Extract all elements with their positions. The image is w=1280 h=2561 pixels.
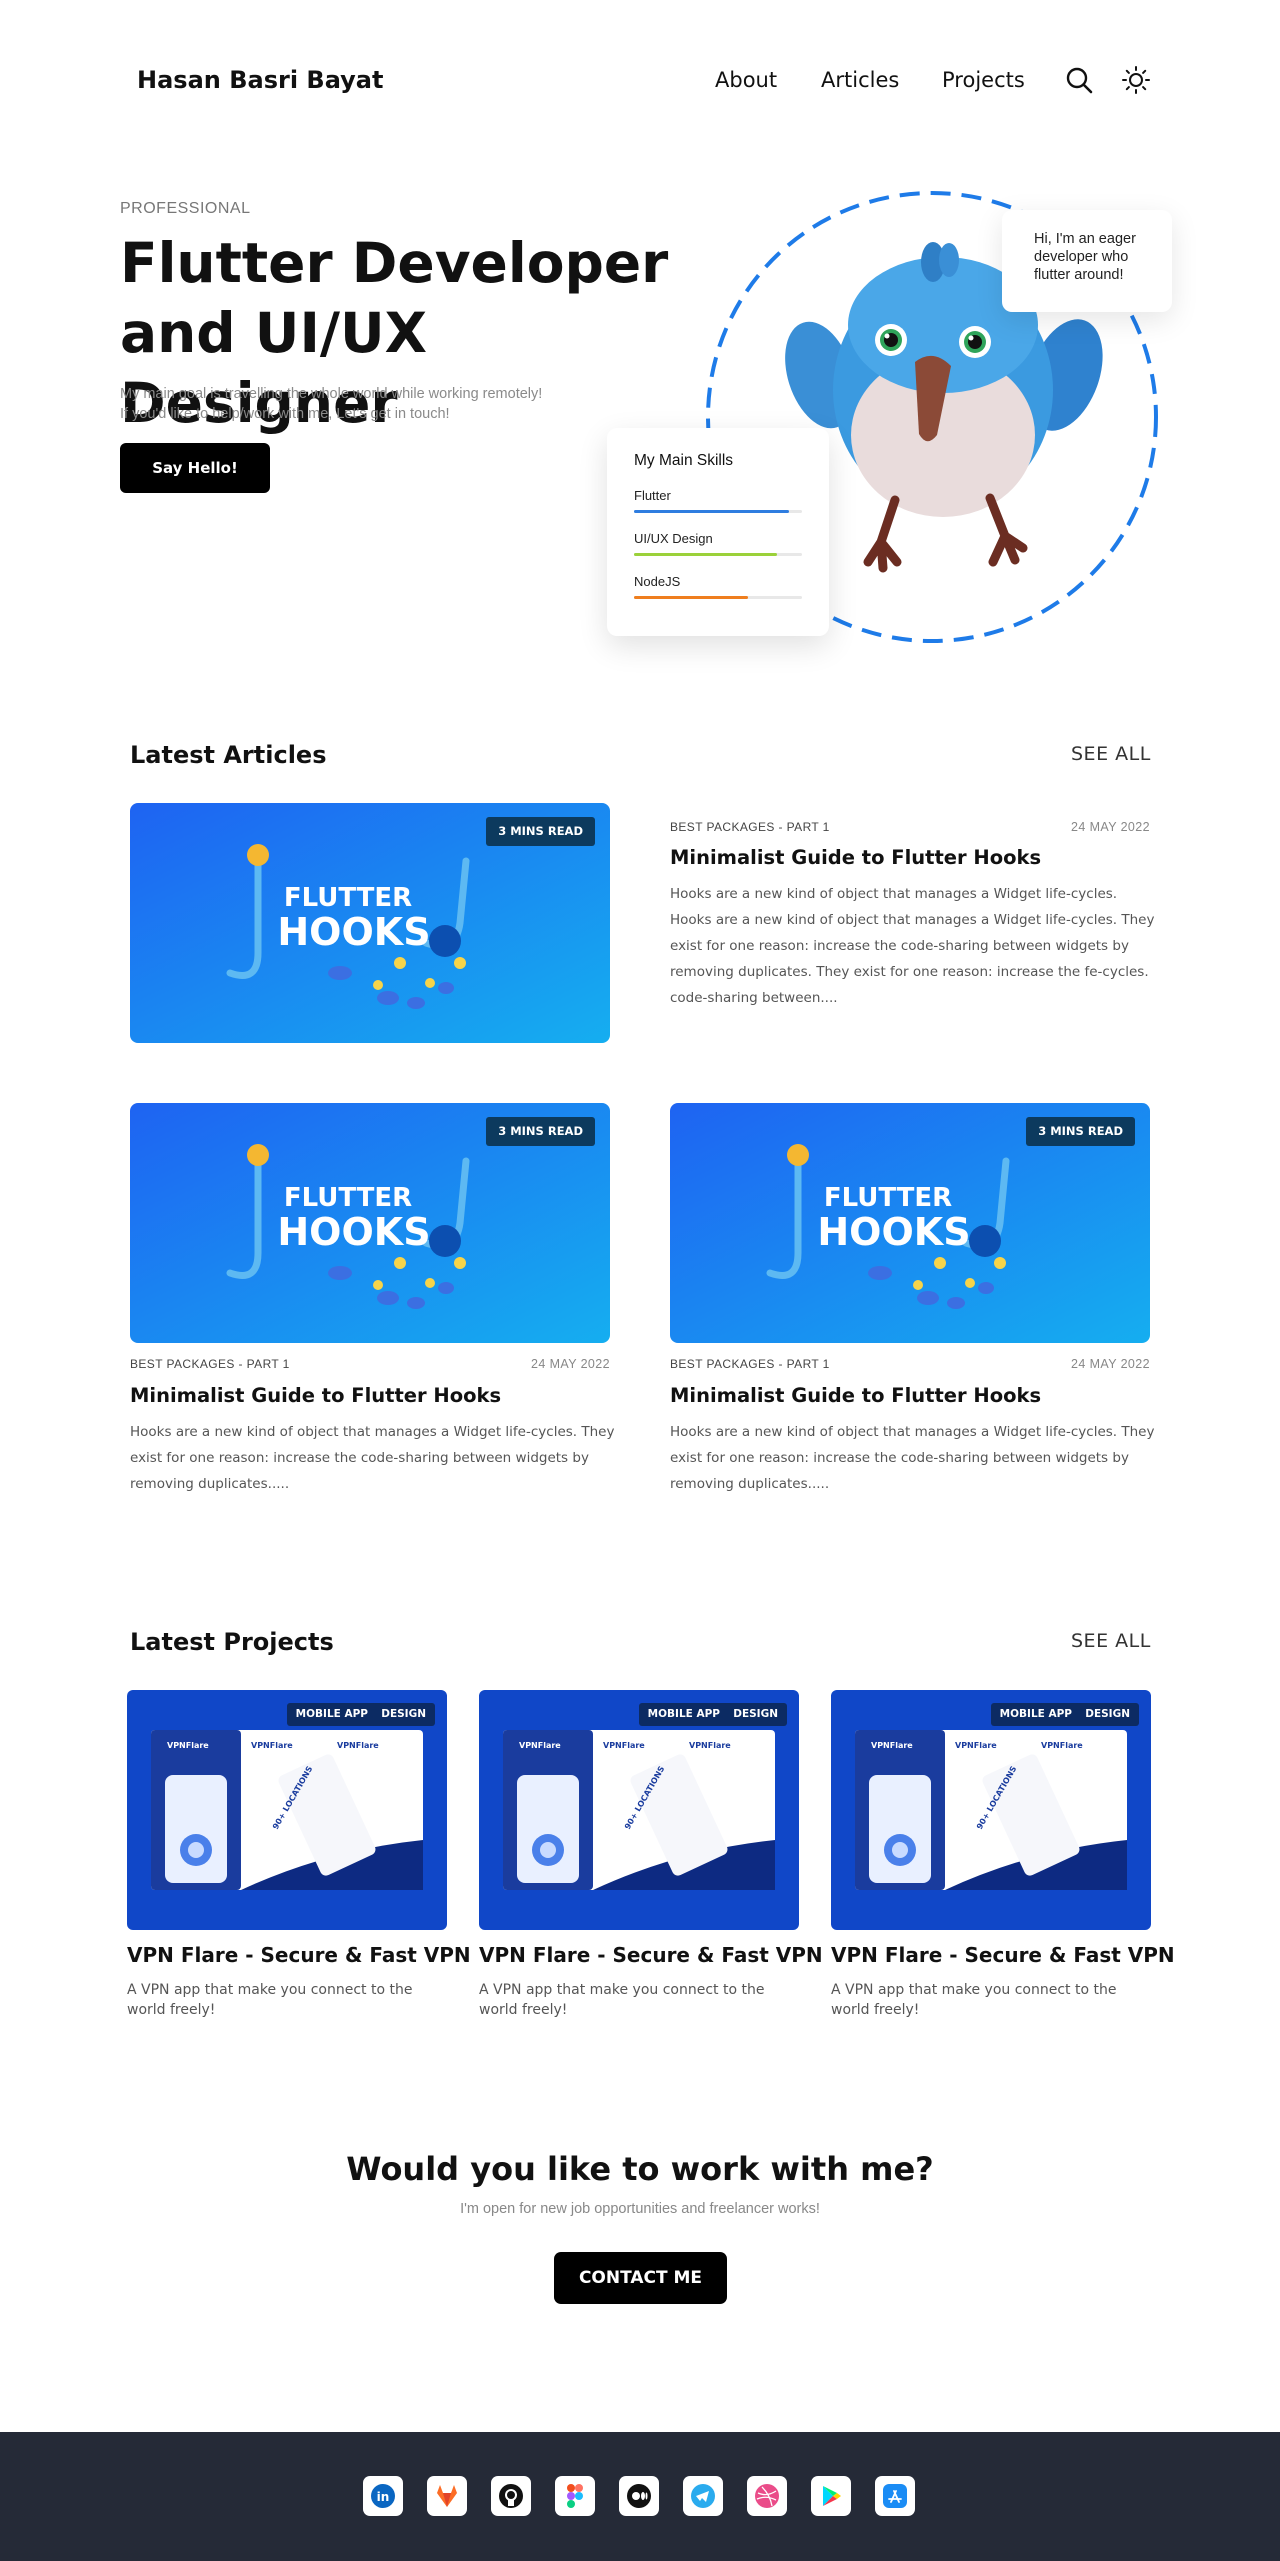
github-icon[interactable] xyxy=(491,2476,531,2516)
skill-name: Flutter xyxy=(634,488,671,503)
svg-text:HOOKS: HOOKS xyxy=(277,910,430,954)
articles-see-all-link[interactable]: SEE ALL xyxy=(1071,743,1151,765)
telegram-icon[interactable] xyxy=(683,2476,723,2516)
svg-text:VPNFlare: VPNFlare xyxy=(689,1741,731,1750)
article-description: Hooks are a new kind of object that mana… xyxy=(130,1424,615,1492)
read-time-badge: 3 MINS READ xyxy=(1026,1117,1135,1146)
svg-text:VPNFlare: VPNFlare xyxy=(871,1741,913,1750)
project-tag: MOBILE APP xyxy=(990,1703,1081,1726)
skill-bar-track xyxy=(634,510,802,513)
project-tag: DESIGN xyxy=(724,1703,787,1726)
vpn-app-mockup: VPNFlare VPNFlare VPNFlare 90+ LOCATIONS xyxy=(151,1730,423,1890)
article-category: BEST PACKAGES - PART 1 xyxy=(670,820,830,834)
brand-name[interactable]: Hasan Basri Bayat xyxy=(137,66,383,94)
skill-item: Flutter xyxy=(634,488,802,513)
project-tag: MOBILE APP xyxy=(286,1703,377,1726)
contact-me-button[interactable]: CONTACT ME xyxy=(554,2252,727,2304)
cta-title: Would you like to work with me? xyxy=(346,2150,934,2188)
vpn-app-mockup: VPNFlare VPNFlare VPNFlare 90+ LOCATIONS xyxy=(503,1730,775,1890)
article-image[interactable]: FLUTTER HOOKS 3 MINS READ xyxy=(670,1103,1150,1343)
dribbble-icon[interactable] xyxy=(747,2476,787,2516)
svg-text:in: in xyxy=(377,2490,390,2504)
project-title[interactable]: VPN Flare - Secure & Fast VPN xyxy=(831,1943,1175,1967)
svg-text:VPNFlare: VPNFlare xyxy=(603,1741,645,1750)
article-image[interactable]: FLUTTER HOOKS 3 MINS READ xyxy=(130,1103,610,1343)
svg-text:VPNFlare: VPNFlare xyxy=(251,1741,293,1750)
hero-kicker: PROFESSIONAL xyxy=(120,200,251,217)
article-date: 24 MAY 2022 xyxy=(1071,1357,1150,1371)
medium-icon[interactable] xyxy=(619,2476,659,2516)
app-store-icon[interactable] xyxy=(875,2476,915,2516)
svg-text:VPNFlare: VPNFlare xyxy=(1041,1741,1083,1750)
articles-section-title: Latest Articles xyxy=(130,741,327,769)
article-date: 24 MAY 2022 xyxy=(1071,820,1150,834)
gitlab-icon[interactable] xyxy=(427,2476,467,2516)
project-tag: MOBILE APP xyxy=(638,1703,729,1726)
vpn-app-mockup: VPNFlare VPNFlare VPNFlare 90+ LOCATIONS xyxy=(855,1730,1127,1890)
svg-text:VPNFlare: VPNFlare xyxy=(167,1741,209,1750)
sun-icon[interactable] xyxy=(1120,64,1152,96)
project-description: A VPN app that make you connect to the w… xyxy=(831,1982,1117,2018)
say-hello-button[interactable]: Say Hello! xyxy=(120,443,270,493)
nav-articles[interactable]: Articles xyxy=(821,68,899,92)
projects-see-all-link[interactable]: SEE ALL xyxy=(1071,1630,1151,1652)
skill-bar-track xyxy=(634,596,802,599)
search-icon[interactable] xyxy=(1063,64,1095,96)
nav-about[interactable]: About xyxy=(715,68,777,92)
project-image[interactable]: VPNFlare VPNFlare VPNFlare 90+ LOCATIONS… xyxy=(479,1690,799,1930)
svg-text:FLUTTER: FLUTTER xyxy=(824,1183,952,1213)
svg-text:FLUTTER: FLUTTER xyxy=(284,1183,412,1213)
google-play-icon[interactable] xyxy=(811,2476,851,2516)
project-description: A VPN app that make you connect to the w… xyxy=(127,1982,413,2018)
figma-icon[interactable] xyxy=(555,2476,595,2516)
project-tag: DESIGN xyxy=(1076,1703,1139,1726)
svg-text:VPNFlare: VPNFlare xyxy=(519,1741,561,1750)
svg-text:FLUTTER: FLUTTER xyxy=(284,883,412,913)
article-title[interactable]: Minimalist Guide to Flutter Hooks xyxy=(670,1384,1041,1407)
site-header: Hasan Basri Bayat About Articles Project… xyxy=(0,0,1280,160)
hero-description: My main goal is travelling the whole wor… xyxy=(120,384,640,424)
project-image[interactable]: VPNFlare VPNFlare VPNFlare 90+ LOCATIONS… xyxy=(127,1690,447,1930)
article-description: Hooks are a new kind of object that mana… xyxy=(670,886,1155,1006)
article-description: Hooks are a new kind of object that mana… xyxy=(670,1424,1155,1492)
read-time-badge: 3 MINS READ xyxy=(486,1117,595,1146)
nav-projects[interactable]: Projects xyxy=(942,68,1025,92)
skill-bar-track xyxy=(634,553,802,556)
svg-text:VPNFlare: VPNFlare xyxy=(955,1741,997,1750)
project-title[interactable]: VPN Flare - Secure & Fast VPN xyxy=(479,1943,823,1967)
cta-subtitle: I'm open for new job opportunities and f… xyxy=(460,2201,820,2217)
article-title[interactable]: Minimalist Guide to Flutter Hooks xyxy=(670,846,1041,869)
read-time-badge: 3 MINS READ xyxy=(486,817,595,846)
projects-section-title: Latest Projects xyxy=(130,1628,334,1656)
project-title[interactable]: VPN Flare - Secure & Fast VPN xyxy=(127,1943,471,1967)
article-date: 24 MAY 2022 xyxy=(531,1357,610,1371)
linkedin-icon[interactable]: in xyxy=(363,2476,403,2516)
svg-text:VPNFlare: VPNFlare xyxy=(337,1741,379,1750)
skill-item: UI/UX Design xyxy=(634,531,802,556)
hero-description-line: My main goal is travelling the whole wor… xyxy=(120,386,543,402)
article-image[interactable]: FLUTTER HOOKS 3 MINS READ xyxy=(130,803,610,1043)
article-category: BEST PACKAGES - PART 1 xyxy=(670,1357,830,1371)
skills-card: My Main Skills Flutter UI/UX Design Node… xyxy=(607,428,829,636)
speech-bubble: Hi, I'm an eager developer who flutter a… xyxy=(1002,210,1172,312)
skill-name: NodeJS xyxy=(634,574,681,589)
svg-text:HOOKS: HOOKS xyxy=(277,1210,430,1254)
article-category: BEST PACKAGES - PART 1 xyxy=(130,1357,290,1371)
skill-bar-fill xyxy=(634,553,777,556)
svg-text:HOOKS: HOOKS xyxy=(817,1210,970,1254)
hero-description-line: If you'd like to help/work with me, Let'… xyxy=(120,406,450,422)
project-tag: DESIGN xyxy=(372,1703,435,1726)
skill-bar-fill xyxy=(634,510,789,513)
skills-card-title: My Main Skills xyxy=(634,452,734,469)
project-image[interactable]: VPNFlare VPNFlare VPNFlare 90+ LOCATIONS… xyxy=(831,1690,1151,1930)
article-title[interactable]: Minimalist Guide to Flutter Hooks xyxy=(130,1384,501,1407)
skill-bar-fill xyxy=(634,596,749,599)
skill-item: NodeJS xyxy=(634,574,802,599)
project-description: A VPN app that make you connect to the w… xyxy=(479,1982,765,2018)
skill-name: UI/UX Design xyxy=(634,531,713,546)
